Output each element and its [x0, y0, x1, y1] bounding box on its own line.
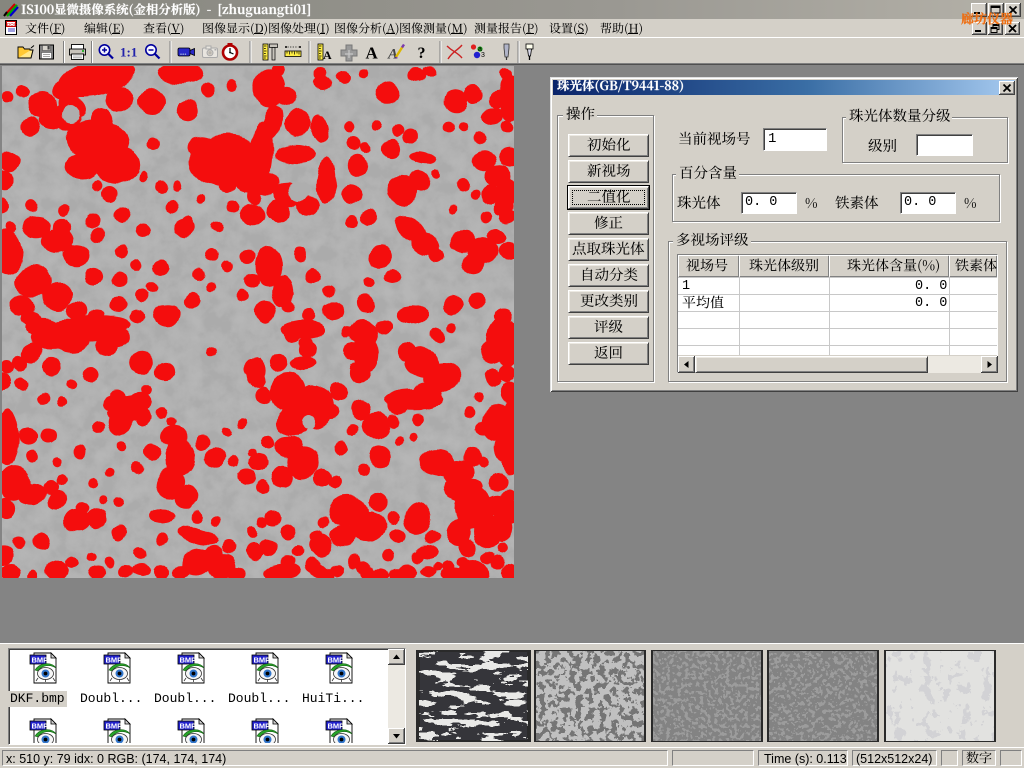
svg-text:DOC: DOC: [7, 22, 18, 27]
svg-text:3: 3: [481, 52, 485, 59]
svg-text:A: A: [323, 48, 332, 62]
svg-text:?: ?: [418, 45, 426, 62]
svg-text:A: A: [366, 44, 379, 63]
svg-text:1:1: 1:1: [120, 45, 137, 60]
